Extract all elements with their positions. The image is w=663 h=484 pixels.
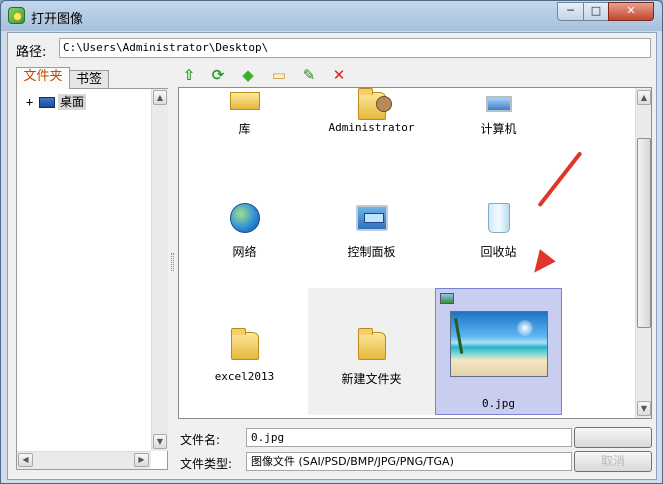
file-item-control-panel[interactable]: 控制面板: [308, 161, 435, 288]
control-panel-icon: [355, 205, 388, 231]
filename-label: 文件名:: [180, 433, 221, 447]
scroll-down-arrow-icon[interactable]: ▼: [153, 434, 167, 449]
file-item-0-jpg[interactable]: 0.jpg: [435, 288, 562, 415]
file-item-label: 库: [238, 122, 251, 136]
file-item-library[interactable]: 库: [181, 88, 308, 161]
file-item-label: 0.jpg: [481, 397, 516, 410]
window-title: 打开图像: [31, 12, 84, 27]
image-file-badge-icon: [440, 293, 454, 304]
new-folder-icon[interactable]: ▭: [270, 66, 288, 84]
tab-folders[interactable]: 文件夹: [16, 67, 70, 89]
up-folder-icon[interactable]: ⇧: [180, 66, 198, 84]
computer-icon: [485, 96, 512, 112]
tab-bookmarks[interactable]: 书签: [69, 70, 109, 90]
file-item-label: excel2013: [214, 370, 275, 383]
title-bar[interactable]: 打开图像 ─ □ ✕: [1, 1, 662, 31]
refresh-icon[interactable]: ⟳: [209, 66, 227, 84]
scrollbar-thumb[interactable]: [637, 138, 651, 328]
panel-splitter-handle[interactable]: [171, 253, 174, 271]
filetype-select[interactable]: 图像文件 (SAI/PSD/BMP/JPG/PNG/TGA): [246, 452, 572, 471]
file-item-label: Administrator: [328, 121, 415, 134]
folder-icon: [357, 328, 386, 360]
tree-horizontal-scrollbar[interactable]: ◀ ▶: [17, 451, 151, 469]
library-icon: [229, 92, 260, 110]
filetype-label: 文件类型:: [180, 457, 233, 471]
rename-icon[interactable]: ✎: [300, 66, 318, 84]
file-item-network[interactable]: 网络: [181, 161, 308, 288]
path-input[interactable]: C:\Users\Administrator\Desktop\: [59, 38, 651, 58]
file-item-label: 新建文件夹: [341, 372, 402, 386]
minimize-button[interactable]: ─: [557, 2, 584, 21]
file-item-excel2013[interactable]: excel2013: [181, 288, 308, 415]
user-avatar-icon: [375, 96, 392, 112]
bookmark-tag-icon[interactable]: ◆: [239, 66, 257, 84]
cancel-button[interactable]: 取消: [574, 451, 652, 472]
folder-tree: + 桌面 ▲ ▼ ◀ ▶: [16, 88, 168, 470]
open-button[interactable]: [574, 427, 652, 448]
file-grid-vertical-scrollbar[interactable]: ▲ ▼: [635, 88, 651, 418]
recycle-bin-icon: [487, 203, 510, 233]
image-thumbnail-icon: [449, 311, 548, 377]
file-item-label: 网络: [232, 245, 257, 259]
delete-icon[interactable]: ✕: [330, 66, 348, 84]
close-button[interactable]: ✕: [608, 2, 654, 21]
network-icon: [229, 203, 260, 233]
desktop-icon: [39, 97, 55, 108]
scroll-left-arrow-icon[interactable]: ◀: [18, 453, 33, 467]
scroll-up-arrow-icon[interactable]: ▲: [637, 90, 651, 105]
file-item-new-folder[interactable]: 新建文件夹: [308, 288, 435, 415]
file-item-label: 控制面板: [347, 245, 396, 259]
filename-input[interactable]: 0.jpg: [246, 428, 572, 447]
scroll-up-arrow-icon[interactable]: ▲: [153, 90, 167, 105]
scroll-right-arrow-icon[interactable]: ▶: [134, 453, 149, 467]
dialog-body: 路径: C:\Users\Administrator\Desktop\ 文件夹 …: [7, 32, 657, 480]
path-label: 路径:: [16, 45, 47, 60]
scroll-down-arrow-icon[interactable]: ▼: [637, 401, 651, 416]
app-icon: [8, 7, 25, 24]
file-item-computer[interactable]: 计算机: [435, 88, 562, 161]
open-image-dialog: 打开图像 ─ □ ✕ 路径: C:\Users\Administrator\De…: [0, 0, 663, 484]
file-item-administrator[interactable]: Administrator: [308, 88, 435, 161]
folder-icon: [230, 328, 259, 360]
maximize-button[interactable]: □: [583, 2, 609, 21]
tree-expand-toggle[interactable]: +: [26, 95, 33, 109]
tree-item-desktop[interactable]: 桌面: [58, 94, 87, 110]
file-grid: 库 Administrator 计算机 网络 控制面板 回收站 excel201…: [178, 87, 652, 419]
file-item-label: 计算机: [480, 122, 517, 136]
tree-vertical-scrollbar[interactable]: ▲ ▼: [151, 89, 168, 451]
